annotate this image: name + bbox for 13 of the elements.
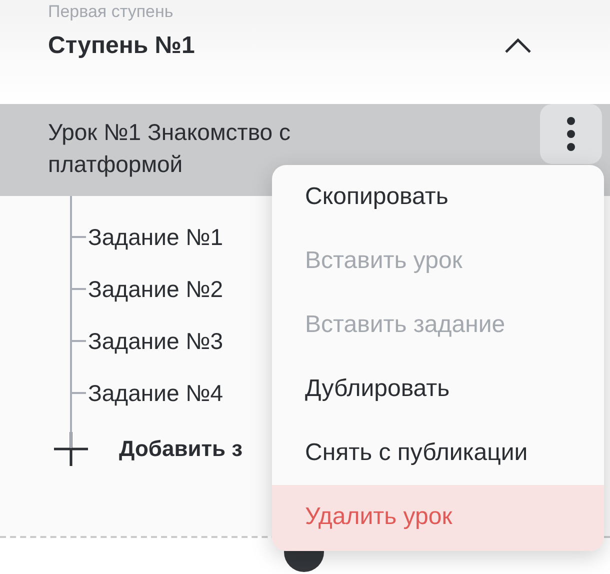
menu-item[interactable]: Дублировать bbox=[272, 357, 604, 421]
add-task-link[interactable]: Добавить з bbox=[119, 436, 243, 462]
plus-icon[interactable] bbox=[53, 431, 89, 467]
task-item[interactable]: Задание №1 bbox=[88, 224, 224, 250]
chevron-icon[interactable] bbox=[504, 38, 532, 54]
more-button[interactable] bbox=[540, 104, 602, 164]
menu-item[interactable]: Снять с публикации bbox=[272, 421, 604, 485]
task-item[interactable]: Задание №4 bbox=[88, 380, 224, 406]
stage-title: Ступень №1 bbox=[48, 32, 195, 60]
stage-subtitle: Первая ступень bbox=[48, 2, 174, 22]
task-item[interactable]: Задание №3 bbox=[88, 328, 224, 354]
more-icon bbox=[566, 116, 576, 152]
task-item[interactable]: Задание №2 bbox=[88, 276, 224, 302]
